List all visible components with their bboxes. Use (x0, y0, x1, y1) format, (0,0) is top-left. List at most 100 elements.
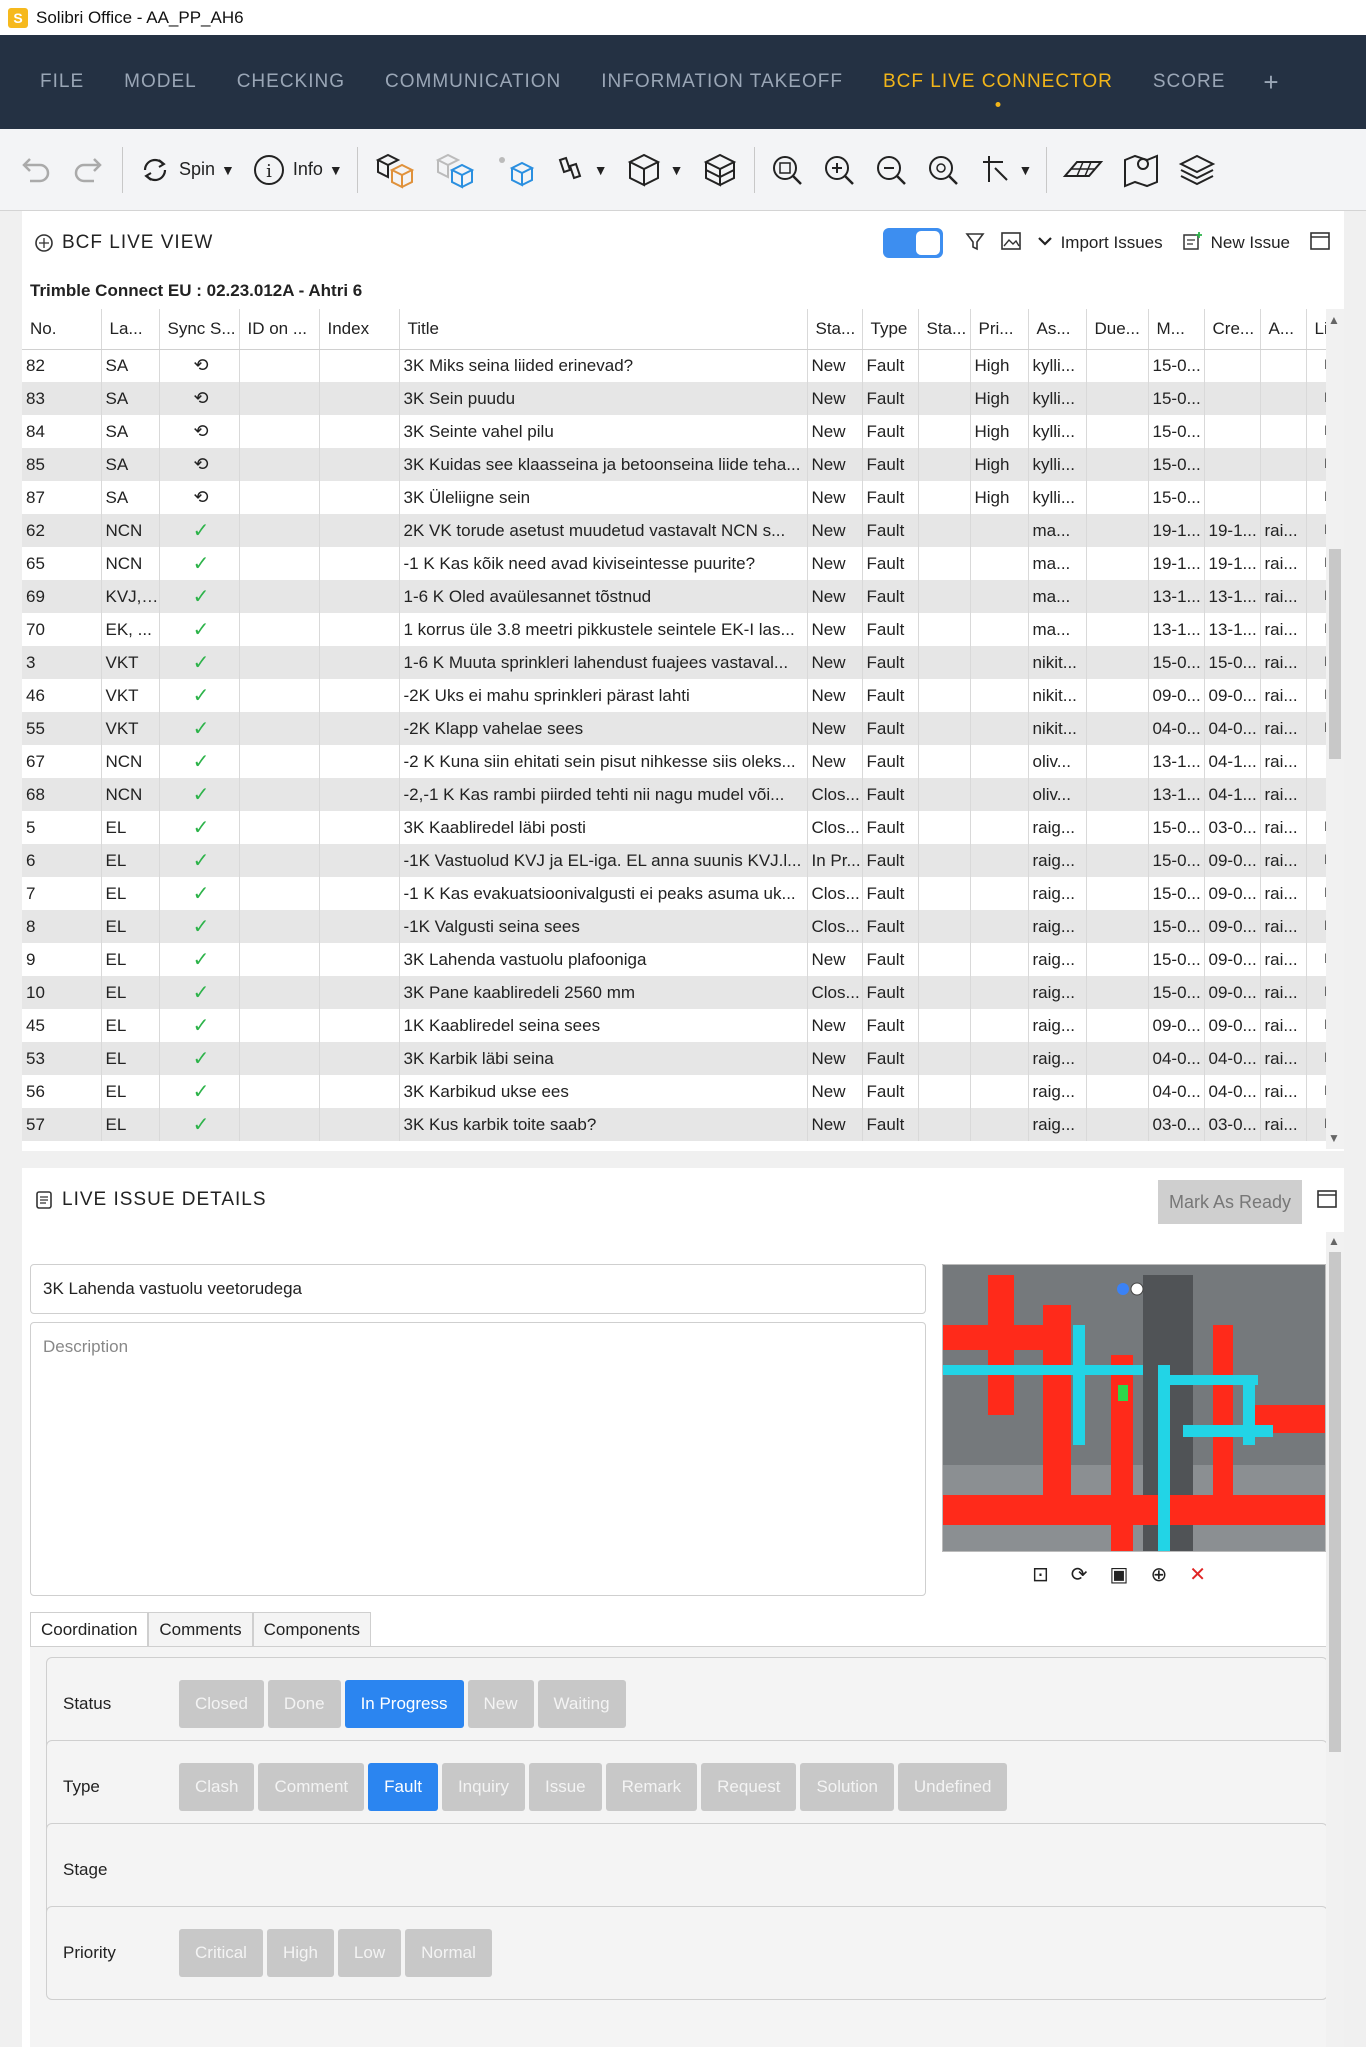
table-row[interactable]: 69 KVJ, ... ✓ 1-6 K Oled avaülesannet tõstn… (22, 580, 1344, 613)
mark-as-ready-button[interactable]: Mark As Ready (1158, 1180, 1302, 1224)
delete-icon[interactable]: ✕ (1189, 1562, 1206, 1587)
menu-score[interactable]: SCORE (1153, 71, 1226, 93)
menu-checking[interactable]: CHECKING (237, 71, 345, 93)
priority-option-low[interactable]: Low (337, 1929, 402, 1977)
table-row[interactable]: 8 EL ✓ -1K Valgusti seina sees Clos... Fault r… (22, 910, 1344, 943)
capture-viewpoint-icon[interactable]: ⊡ (1032, 1562, 1049, 1587)
type-option-remark[interactable]: Remark (605, 1763, 698, 1811)
column-header[interactable]: La... (101, 309, 160, 350)
column-header[interactable]: As... (1028, 309, 1087, 350)
floor-plan-icon[interactable] (1061, 152, 1105, 188)
chevron-down-icon[interactable] (1036, 232, 1054, 255)
type-option-issue[interactable]: Issue (528, 1763, 602, 1811)
table-row[interactable]: 67 NCN ✓ -2 K Kuna siin ehitati sein pisut … (22, 745, 1344, 778)
table-row[interactable]: 57 EL ✓ 3K Kus karbik toite saab? New Fault ra… (22, 1108, 1344, 1141)
undo-icon[interactable] (16, 151, 54, 189)
new-issue-button[interactable]: New Issue (1211, 233, 1290, 253)
image-icon[interactable]: ▣ (1110, 1562, 1129, 1587)
table-row[interactable]: 7 EL ✓ -1 K Kas evakuatsioonivalgusti ei pe… (22, 877, 1344, 910)
column-header[interactable]: Sta... (807, 309, 863, 350)
table-row[interactable]: 5 EL ✓ 3K Kaabliredel läbi posti Clos... Faul… (22, 811, 1344, 844)
details-scrollbar[interactable]: ▲ ▼ (1326, 1232, 1344, 2047)
table-row[interactable]: 6 EL ✓ -1K Vastuolud KVJ ja EL-iga. EL anna… (22, 844, 1344, 877)
description-field[interactable]: Description (30, 1322, 926, 1596)
column-header[interactable]: A... (1260, 309, 1307, 350)
scroll-down-icon[interactable]: ▼ (1328, 1131, 1340, 1145)
new-issue-icon[interactable] (1182, 230, 1204, 257)
zoom-fit-icon[interactable] (769, 152, 805, 188)
priority-option-high[interactable]: High (266, 1929, 334, 1977)
table-row[interactable]: 62 NCN ✓ 2K VK torude asetust muudetud vast… (22, 514, 1344, 547)
add-tab-icon[interactable]: + (1263, 67, 1278, 98)
table-scrollbar-thumb[interactable] (1329, 549, 1341, 759)
column-header[interactable]: Sync S... (159, 309, 240, 350)
zoom-in-icon[interactable] (821, 152, 857, 188)
isolate-components-icon[interactable] (492, 150, 536, 190)
table-row[interactable]: 46 VKT ✓ -2K Uks ei mahu sprinkleri pärast … (22, 679, 1344, 712)
walk-mode-icon[interactable]: ▼ (552, 152, 608, 188)
table-scrollbar[interactable]: ▲ ▼ (1326, 309, 1344, 1149)
table-row[interactable]: 65 NCN ✓ -1 K Kas kõik need avad kiviseinte… (22, 547, 1344, 580)
table-row[interactable]: 85 SA ⟲ 3K Kuidas see klaasseina ja betoons… (22, 448, 1344, 481)
show-all-components-icon[interactable] (372, 150, 416, 190)
column-header[interactable]: M... (1148, 309, 1205, 350)
type-option-undefined[interactable]: Undefined (897, 1763, 1008, 1811)
maximize-panel-icon[interactable] (1316, 1188, 1338, 1215)
refresh-icon[interactable]: ⟳ (1071, 1562, 1088, 1587)
type-option-solution[interactable]: Solution (800, 1763, 894, 1811)
type-option-request[interactable]: Request (701, 1763, 797, 1811)
status-option-in-progress[interactable]: In Progress (344, 1680, 464, 1728)
layers-icon[interactable] (1177, 150, 1217, 190)
column-header[interactable]: Due... (1086, 309, 1149, 350)
zoom-in-icon[interactable]: ⊕ (1150, 1562, 1167, 1587)
table-row[interactable]: 56 EL ✓ 3K Karbikud ukse ees New Fault raig...… (22, 1075, 1344, 1108)
table-row[interactable]: 70 EK, ... ✓ 1 korrus üle 3.8 meetri pikkus… (22, 613, 1344, 646)
menu-model[interactable]: MODEL (124, 71, 197, 93)
status-option-closed[interactable]: Closed (179, 1680, 264, 1728)
view-cube-icon[interactable]: ▼ (624, 150, 684, 190)
column-header[interactable]: Cre... (1204, 309, 1261, 350)
status-option-waiting[interactable]: Waiting (537, 1680, 626, 1728)
column-header[interactable]: Index (319, 309, 400, 350)
zoom-selected-icon[interactable] (925, 152, 961, 188)
table-row[interactable]: 9 EL ✓ 3K Lahenda vastuolu plafooniga New Fau… (22, 943, 1344, 976)
info-button[interactable]: i Info ▼ (251, 152, 343, 188)
image-icon[interactable] (1000, 230, 1022, 257)
table-row[interactable]: 83 SA ⟲ 3K Sein puudu New Fault High kylli... 15… (22, 382, 1344, 415)
column-header[interactable]: Title (399, 309, 808, 350)
issue-title-field[interactable]: 3K Lahenda vastuolu veetorudega (30, 1264, 926, 1314)
table-row[interactable]: 3 VKT ✓ 1-6 K Muuta sprinkleri lahendust fu… (22, 646, 1344, 679)
menu-information-takeoff[interactable]: INFORMATION TAKEOFF (601, 71, 843, 93)
menu-communication[interactable]: COMMUNICATION (385, 71, 561, 93)
live-sync-toggle[interactable] (882, 228, 943, 258)
hide-components-icon[interactable] (432, 150, 476, 190)
column-header[interactable]: ID on ... (239, 309, 320, 350)
table-row[interactable]: 53 EL ✓ 3K Karbik läbi seina New Fault raig...… (22, 1042, 1344, 1075)
table-row[interactable]: 84 SA ⟲ 3K Seinte vahel pilu New Fault High kyl… (22, 415, 1344, 448)
priority-option-normal[interactable]: Normal (405, 1929, 492, 1977)
filter-icon[interactable] (964, 230, 986, 257)
menu-bcf-live-connector[interactable]: BCF LIVE CONNECTOR (883, 71, 1113, 93)
type-option-fault[interactable]: Fault (368, 1763, 438, 1811)
tab-coordination[interactable]: Coordination (30, 1612, 149, 1646)
type-option-inquiry[interactable]: Inquiry (441, 1763, 525, 1811)
table-row[interactable]: 82 SA ⟲ 3K Miks seina liided erinevad? New Fa… (22, 349, 1344, 382)
menu-file[interactable]: FILE (40, 71, 84, 93)
table-row[interactable]: 55 VKT ✓ -2K Klapp vahelae sees New Fault niki… (22, 712, 1344, 745)
column-header[interactable]: No. (22, 309, 102, 350)
type-option-comment[interactable]: Comment (258, 1763, 365, 1811)
table-row[interactable]: 87 SA ⟲ 3K Üleliigne sein New Fault High kylli.… (22, 481, 1344, 514)
scroll-up-icon[interactable]: ▲ (1328, 1234, 1340, 1248)
status-option-done[interactable]: Done (267, 1680, 341, 1728)
section-box-icon[interactable] (700, 150, 740, 190)
maximize-panel-icon[interactable] (1309, 230, 1331, 257)
type-option-clash[interactable]: Clash (179, 1763, 255, 1811)
table-row[interactable]: 10 EL ✓ 3K Pane kaabliredeli 2560 mm Clos...… (22, 976, 1344, 1009)
column-header[interactable]: Pri... (970, 309, 1029, 350)
zoom-out-icon[interactable] (873, 152, 909, 188)
select-tool-icon[interactable]: ▼ (977, 152, 1032, 188)
priority-option-critical[interactable]: Critical (179, 1929, 263, 1977)
column-header[interactable]: Type (862, 309, 919, 350)
table-row[interactable]: 45 EL ✓ 1K Kaabliredel seina sees New Fault ra… (22, 1009, 1344, 1042)
column-header[interactable]: Sta... (918, 309, 971, 350)
